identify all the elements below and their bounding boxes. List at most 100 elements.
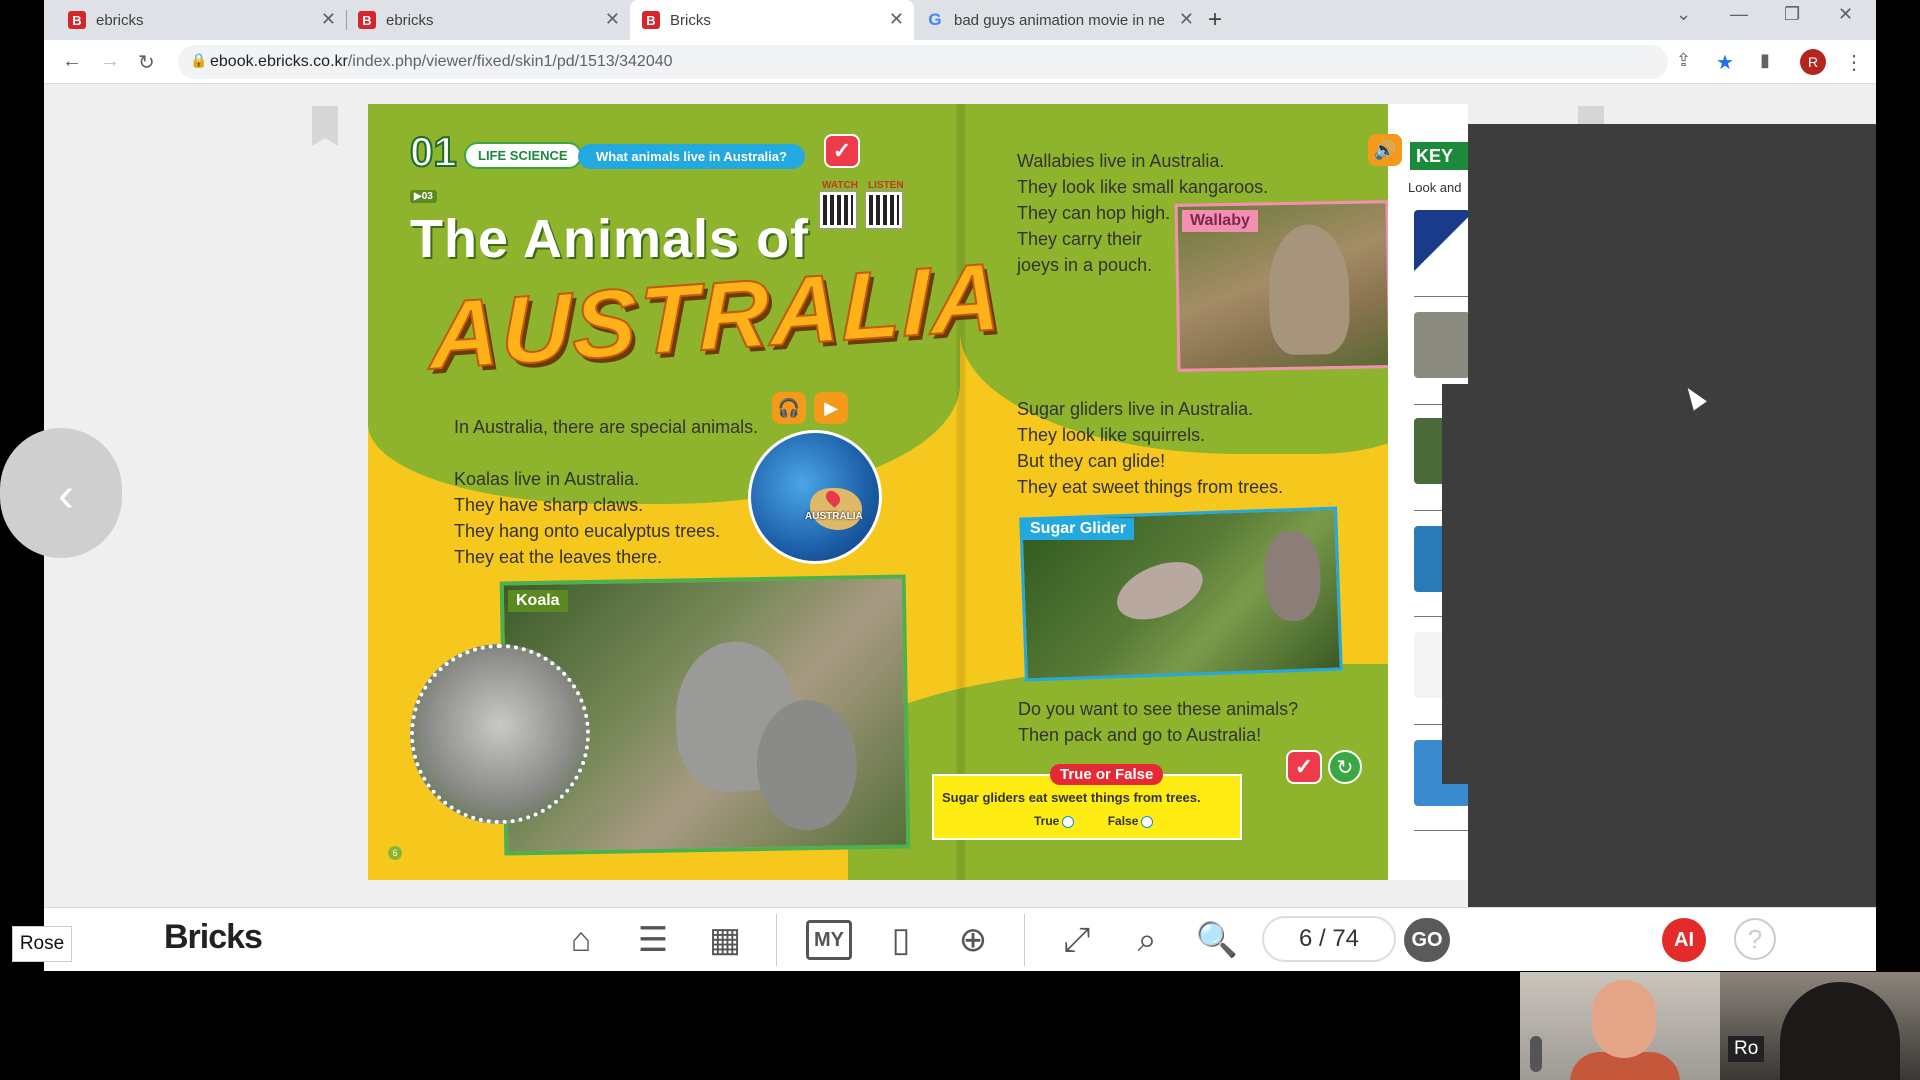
tab-bricks-active[interactable]: B Bricks ✕ xyxy=(630,0,914,40)
participant-figure xyxy=(1780,982,1900,1080)
browser-toolbar: ← → ↻ 🔒 ebook.ebricks.co.kr/index.php/vi… xyxy=(44,40,1876,84)
koala-tag: Koala xyxy=(508,590,568,612)
koala-line: They eat the leaves there. xyxy=(454,547,663,567)
participant-name-label: Ro xyxy=(1728,1036,1765,1062)
false-option[interactable]: False xyxy=(1108,814,1154,828)
koala-paragraph: Koalas live in Australia. They have shar… xyxy=(454,466,720,570)
glider-line: Sugar gliders live in Australia. xyxy=(1017,399,1254,419)
single-page-view-icon[interactable]: ▯ xyxy=(878,918,924,962)
new-tab-plus-icon[interactable]: + xyxy=(1208,6,1222,34)
bricks-favicon-icon: B xyxy=(68,11,86,29)
search-page-icon[interactable]: ⌕ xyxy=(1124,918,1170,962)
url-path: /index.php/viewer/fixed/skin1/pd/1513/34… xyxy=(347,53,673,70)
australia-flag-thumbnail xyxy=(1414,210,1470,276)
share-icon[interactable]: ⇪ xyxy=(1676,50,1691,71)
menu-kebab-icon[interactable]: ⋮ xyxy=(1844,50,1864,75)
wallaby-figure xyxy=(1267,223,1351,356)
back-arrow-icon[interactable]: ← xyxy=(62,50,82,73)
video-thumbnail[interactable] xyxy=(1720,972,1920,1080)
reload-icon[interactable]: ↻ xyxy=(138,50,155,75)
key-words-instruction: Look and xyxy=(1408,180,1462,195)
globe-label: AUSTRALIA xyxy=(805,511,863,522)
close-window-icon[interactable]: ✕ xyxy=(1838,4,1853,25)
divider xyxy=(776,914,777,966)
close-icon[interactable]: ✕ xyxy=(321,9,336,30)
tab-bar: B ebricks ✕ B ebricks ✕ B Bricks ✕ G bad… xyxy=(44,0,1876,40)
book-spread: 01 LIFE SCIENCE What animals live in Aus… xyxy=(368,104,1468,880)
koala-figure xyxy=(755,699,859,832)
glider-paragraph: Sugar gliders live in Australia. They lo… xyxy=(1017,396,1283,500)
participant-figure xyxy=(1592,980,1656,1058)
koala-line: They have sharp claws. xyxy=(454,495,644,515)
tab-google-search[interactable]: G bad guys animation movie in net ✕ xyxy=(914,0,1204,40)
minimize-icon[interactable]: — xyxy=(1730,4,1748,25)
koala-closeup-photo xyxy=(410,644,590,824)
restore-icon[interactable]: ❐ xyxy=(1784,4,1800,25)
tab-search-chevron-icon[interactable]: ⌄ xyxy=(1676,4,1691,25)
page-number-left: 6 xyxy=(388,846,402,860)
wallaby-line: They look like small kangaroos. xyxy=(1017,177,1269,197)
zoom-globe-icon[interactable]: 🔍 xyxy=(1194,918,1240,962)
true-option[interactable]: True xyxy=(1034,814,1075,828)
profile-avatar[interactable]: R xyxy=(1800,49,1826,75)
help-button[interactable]: ? xyxy=(1734,918,1776,960)
video-play-icon[interactable]: ▶ xyxy=(814,392,848,424)
unit-tag: LIFE SCIENCE xyxy=(464,142,582,169)
ai-button[interactable]: AI xyxy=(1662,918,1706,962)
listen-label: LISTEN xyxy=(868,180,904,191)
reset-icon[interactable]: ↻ xyxy=(1328,750,1362,784)
speaker-icon[interactable]: 🔊 xyxy=(1368,134,1402,166)
my-folder-icon[interactable]: MY xyxy=(806,920,852,960)
closing-paragraph: Do you want to see these animals? Then p… xyxy=(1018,696,1298,748)
participant-name-label: Rose xyxy=(12,926,72,962)
fullscreen-icon[interactable]: ⤢ xyxy=(1054,918,1100,962)
question-banner: What animals live in Australia? xyxy=(578,144,805,169)
true-false-label: True or False xyxy=(1050,764,1164,785)
false-radio[interactable] xyxy=(1141,815,1154,828)
tab-ebricks-2[interactable]: B ebricks ✕ xyxy=(346,0,630,40)
true-false-question: Sugar gliders eat sweet things from tree… xyxy=(942,790,1201,805)
list-menu-icon[interactable]: ☰ xyxy=(630,918,676,962)
star-bookmark-icon[interactable]: ★ xyxy=(1716,50,1734,75)
closing-line: Do you want to see these animals? xyxy=(1018,699,1299,719)
grid-icon[interactable]: ▦ xyxy=(702,918,748,962)
go-button[interactable]: GO xyxy=(1404,918,1450,962)
koala-thumbnail xyxy=(1414,312,1470,378)
watch-qr-code[interactable] xyxy=(819,191,857,229)
tab-ebricks-1[interactable]: B ebricks ✕ xyxy=(56,0,347,40)
add-circle-icon[interactable]: ⊕ xyxy=(950,918,996,962)
address-bar[interactable]: 🔒 ebook.ebricks.co.kr/index.php/viewer/f… xyxy=(178,45,1668,79)
google-favicon-icon: G xyxy=(928,10,942,29)
glider-line: They eat sweet things from trees. xyxy=(1017,477,1284,497)
brand-logo[interactable]: Bricks xyxy=(164,918,263,957)
track-code: ▶03 xyxy=(410,190,437,203)
video-thumbnail[interactable] xyxy=(1520,972,1720,1080)
brand-text: Bricks xyxy=(164,918,263,956)
tab-title: Bricks xyxy=(670,11,711,29)
side-panel-icon[interactable]: ▮ xyxy=(1760,50,1770,71)
unit-number: 01 xyxy=(409,127,458,176)
koala-line: They hang onto eucalyptus trees. xyxy=(454,521,721,541)
close-icon[interactable]: ✕ xyxy=(889,9,904,30)
page-indicator[interactable]: 6 / 74 xyxy=(1262,916,1396,962)
check-answer-button[interactable]: ✓ xyxy=(1286,750,1322,784)
previous-page-button[interactable]: ‹ xyxy=(0,428,122,558)
true-radio[interactable] xyxy=(1062,815,1075,828)
koala-line: Koalas live in Australia. xyxy=(454,469,640,489)
lock-icon: 🔒 xyxy=(190,52,208,68)
close-icon[interactable]: ✕ xyxy=(1179,9,1194,30)
closing-line: Then pack and go to Australia! xyxy=(1018,725,1262,745)
home-icon[interactable]: ⌂ xyxy=(558,918,604,962)
book-spine xyxy=(956,104,966,880)
glider-figure xyxy=(1262,530,1322,623)
chevron-left-icon: ‹ xyxy=(58,469,74,522)
watch-label: WATCH xyxy=(822,180,858,191)
close-icon[interactable]: ✕ xyxy=(605,9,620,30)
audio-headphones-icon[interactable]: 🎧 xyxy=(772,392,806,424)
false-label: False xyxy=(1107,814,1139,828)
check-answer-button[interactable]: ✓ xyxy=(824,134,860,168)
listen-qr-code[interactable] xyxy=(865,191,903,229)
tab-title: ebricks xyxy=(96,11,144,29)
glider-line: They look like squirrels. xyxy=(1017,425,1206,445)
forward-arrow-icon[interactable]: → xyxy=(100,50,120,73)
